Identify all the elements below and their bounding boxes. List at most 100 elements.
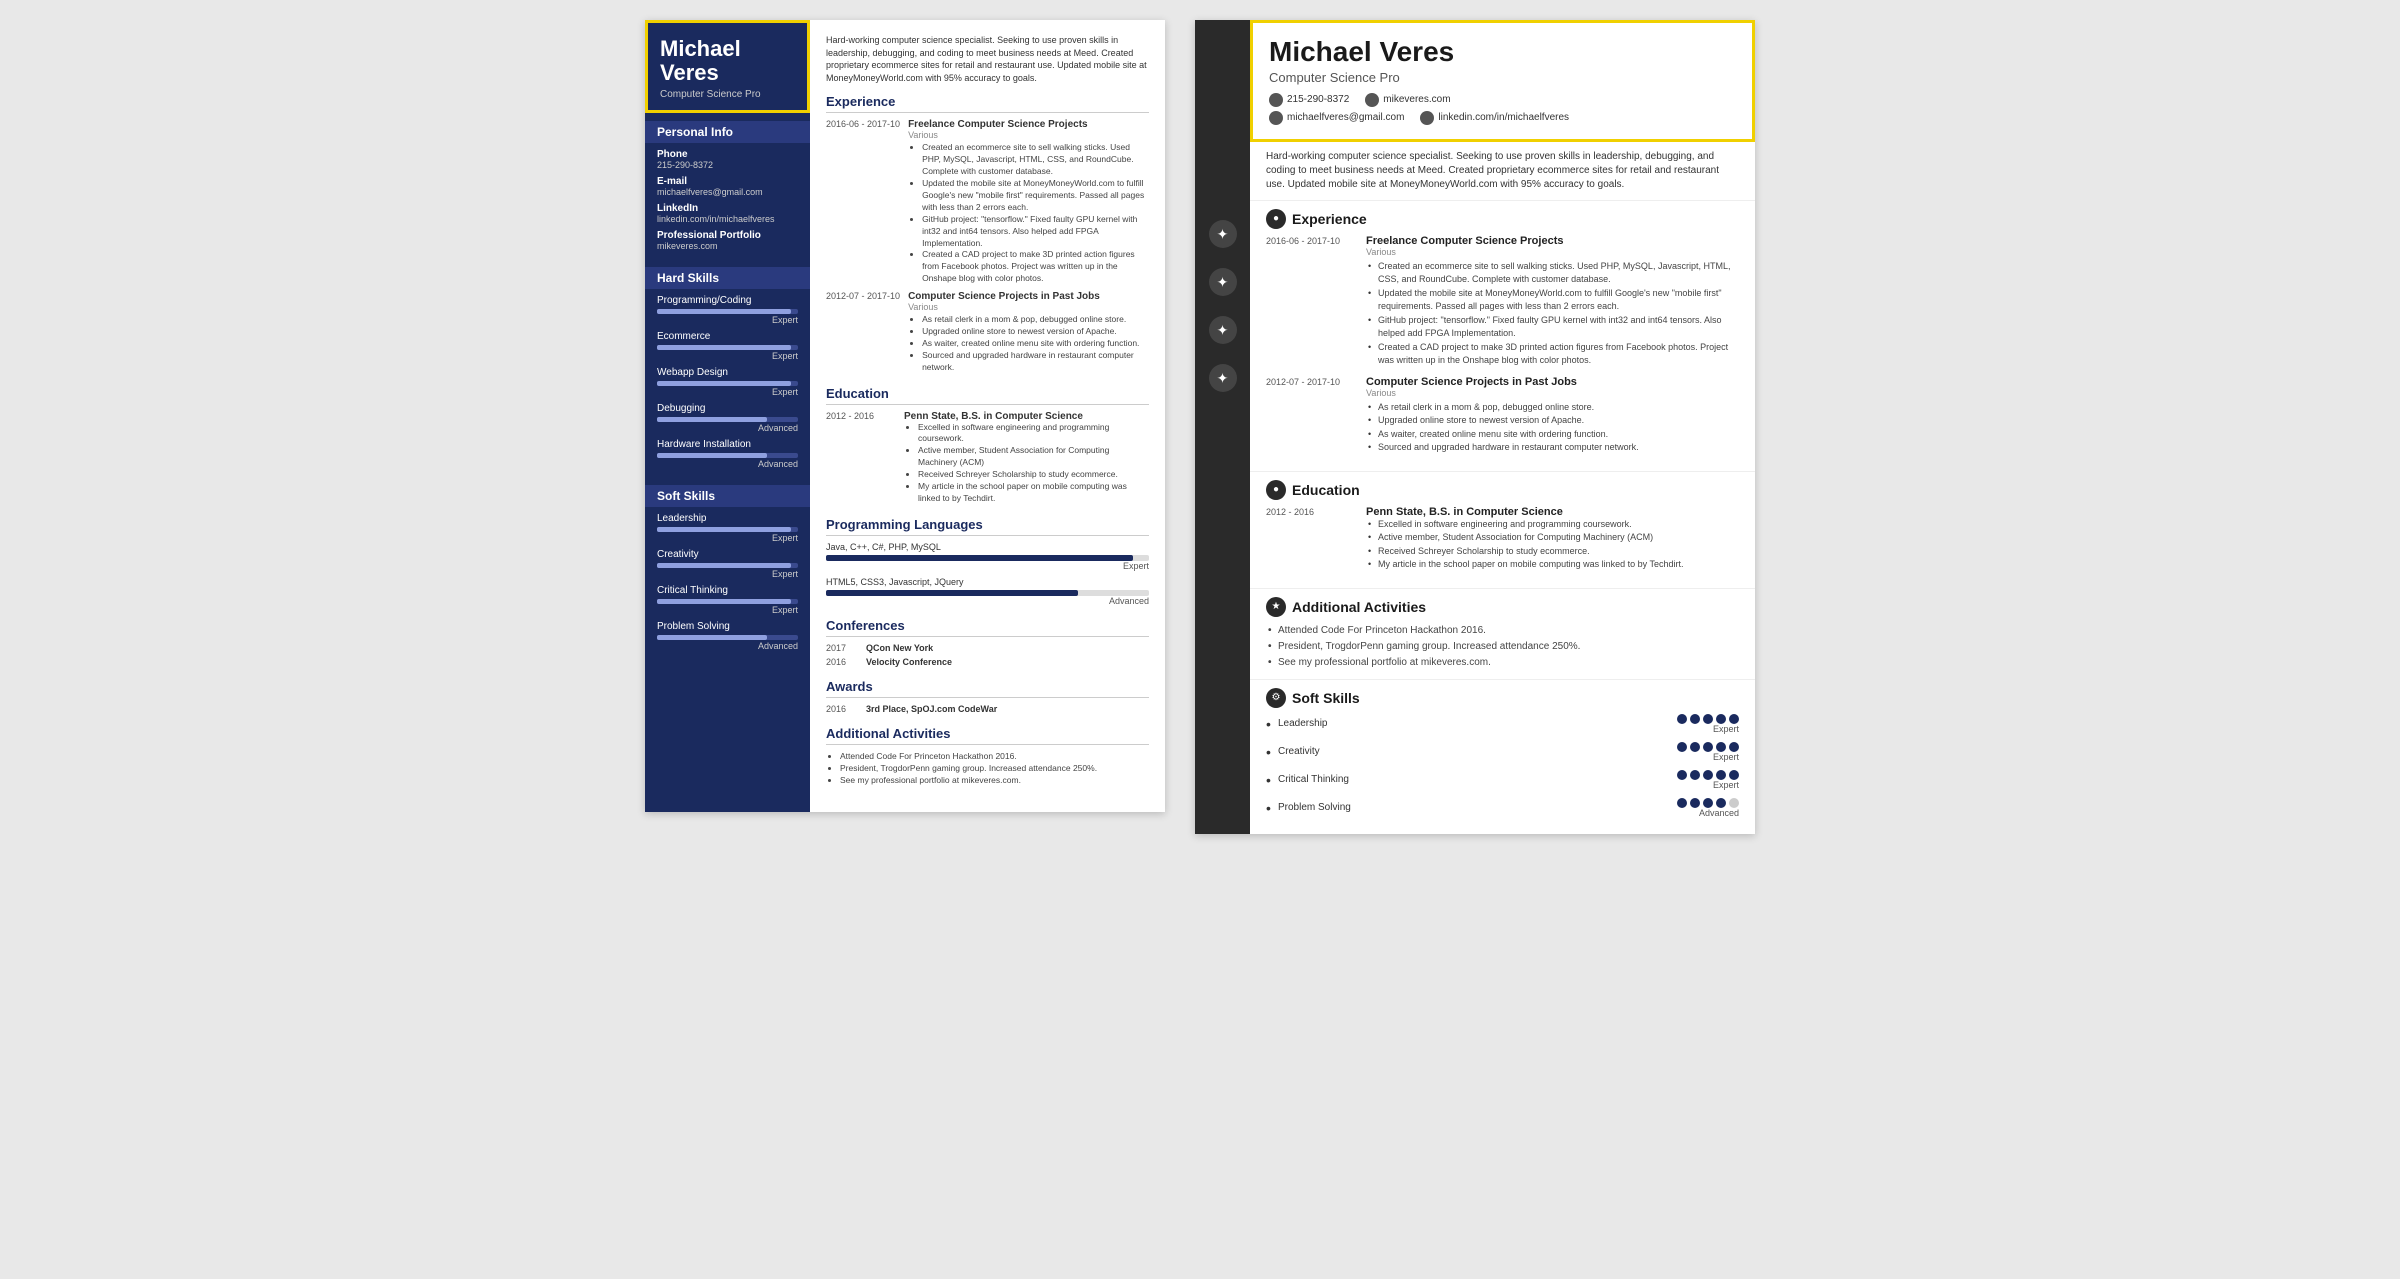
education-section1: Education 2012 - 2016 Penn State, B.S. i… [826,386,1149,505]
softskills-icon2: ⚙ [1266,688,1286,708]
bullet2: Sourced and upgraded hardware in restaur… [1366,441,1739,455]
skill-bar-fill [657,563,791,568]
bullet2: Created an ecommerce site to sell walkin… [1366,260,1739,287]
phone-value: 215-290-8372 [657,160,798,170]
soft-skill2-name: Critical Thinking [1278,774,1677,785]
soft-skills-section: Soft Skills Leadership ExpertCreativity … [645,477,810,659]
skill-bar-bg [657,417,798,422]
education-title2: Education [1292,482,1360,498]
email2: michaelfveres@gmail.com [1287,112,1404,123]
skill-name: Critical Thinking [657,585,798,596]
personal-info-section: Personal Info Phone 215-290-8372 E-mail … [645,113,810,259]
lang-block: Java, C++, C#, PHP, MySQL Expert [826,542,1149,571]
soft-skill2-row: • Creativity Expert [1266,742,1739,764]
skill-bar-fill [657,453,767,458]
bullet2: Active member, Student Association for C… [1366,531,1739,545]
phone2: 215-290-8372 [1287,94,1349,105]
experience-icon2: ● [1266,209,1286,229]
activities-icon: ✦ [1209,316,1237,344]
entry-date: 2012-07 - 2017-10 [826,291,900,373]
entry-date: 2016-06 - 2017-10 [826,119,900,285]
resume2: ✦ ✦ ✦ ✦ Michael Veres Computer Science P… [1195,20,1755,834]
dot-filled [1690,714,1700,724]
lang-level: Advanced [826,596,1149,606]
conf-row: 2016 Velocity Conference [826,657,1149,667]
education-title1: Education [826,386,1149,405]
entry-bullets: As retail clerk in a mom & pop, debugged… [908,314,1149,373]
bullet2: GitHub project: "tensorflow." Fixed faul… [1366,314,1739,341]
award-row: 2016 3rd Place, SpOJ.com CodeWar [826,704,1149,714]
contact-row: 215-290-8372 mikeveres.com [1269,93,1736,107]
email-label: E-mail [657,176,798,187]
phone-label: Phone [657,149,798,160]
skill-item: Hardware Installation Advanced [657,439,798,469]
entry-content: Computer Science Projects in Past Jobs V… [908,291,1149,373]
prog-lang-title: Programming Languages [826,517,1149,536]
experience2-entry: 2012-07 - 2017-10 Computer Science Proje… [1266,376,1739,455]
entry-content: Penn State, B.S. in Computer Science Exc… [904,411,1149,505]
entry2-subtitle: Various [1366,388,1739,398]
education-icon: ✦ [1209,268,1237,296]
soft-skills2-section: ⚙ Soft Skills • Leadership Expert • Crea… [1250,680,1755,834]
dots-container [1677,770,1739,780]
bullet-icon: • [1266,772,1278,788]
activities-icon2: ★ [1266,597,1286,617]
skill-bar-bg [657,309,798,314]
entry2-title: Penn State, B.S. in Computer Science [1366,506,1739,518]
lang-block: HTML5, CSS3, Javascript, JQuery Advanced [826,577,1149,606]
dots-container [1677,798,1739,808]
skill-bar-bg [657,635,798,640]
linkedin2: linkedin.com/in/michaelfveres [1438,112,1569,123]
conf-year: 2016 [826,657,856,667]
dot-filled [1716,770,1726,780]
skill-name: Programming/Coding [657,295,798,306]
dot-filled [1729,770,1739,780]
dot-filled [1703,714,1713,724]
activity-bullet: See my professional portfolio at mikever… [840,775,1149,787]
soft-skill2-name: Problem Solving [1278,802,1677,813]
softskills-title2: Soft Skills [1292,690,1360,706]
summary2: Hard-working computer science specialist… [1250,142,1755,201]
entry2-content: Penn State, B.S. in Computer Science Exc… [1366,506,1739,572]
skill-item: Ecommerce Expert [657,331,798,361]
conferences-title: Conferences [826,618,1149,637]
main2: Michael Veres Computer Science Pro 215-2… [1250,20,1755,834]
contact-phone: 215-290-8372 [1269,93,1349,107]
lang-level: Expert [826,561,1149,571]
contact-row2: michaelfveres@gmail.com linkedin.com/in/… [1269,111,1736,125]
experience-icon: ✦ [1209,220,1237,248]
dot-filled [1690,742,1700,752]
activities-section: Additional Activities Attended Code For … [826,726,1149,787]
conf-year: 2017 [826,643,856,653]
skill-level: Advanced [657,423,798,433]
skill-name: Ecommerce [657,331,798,342]
skill-bar-bg [657,345,798,350]
softskills-header2: ⚙ Soft Skills [1266,688,1739,708]
entry2-bullets: Excelled in software engineering and pro… [1366,518,1739,572]
portfolio-value: mikeveres.com [657,241,798,251]
entry2-content: Freelance Computer Science Projects Vari… [1366,235,1739,368]
entry2-content: Computer Science Projects in Past Jobs V… [1366,376,1739,455]
skill-bar-bg [657,453,798,458]
dot-filled [1677,770,1687,780]
skill-item: Programming/Coding Expert [657,295,798,325]
phone-icon [1269,93,1283,107]
entry-content: Freelance Computer Science Projects Vari… [908,119,1149,285]
softskills-icon: ✦ [1209,364,1237,392]
resume2-name: Michael Veres [1269,37,1736,68]
hard-skills-title: Hard Skills [645,267,810,289]
prog-lang-section: Programming Languages Java, C++, C#, PHP… [826,517,1149,606]
skill-bar-bg [657,527,798,532]
dot-filled [1716,742,1726,752]
experience-entry: 2012-07 - 2017-10 Computer Science Proje… [826,291,1149,373]
experience-title1: Experience [826,94,1149,113]
bullet: Created an ecommerce site to sell walkin… [922,142,1149,178]
award-year: 2016 [826,704,856,714]
main-content1: Hard-working computer science specialist… [810,20,1165,812]
entry-title: Computer Science Projects in Past Jobs [908,291,1149,302]
sidebar-header: Michael Veres Computer Science Pro [645,20,810,113]
skill-level: Advanced [657,459,798,469]
website-icon [1365,93,1379,107]
skill-bar-fill [657,345,791,350]
conf-row: 2017 QCon New York [826,643,1149,653]
